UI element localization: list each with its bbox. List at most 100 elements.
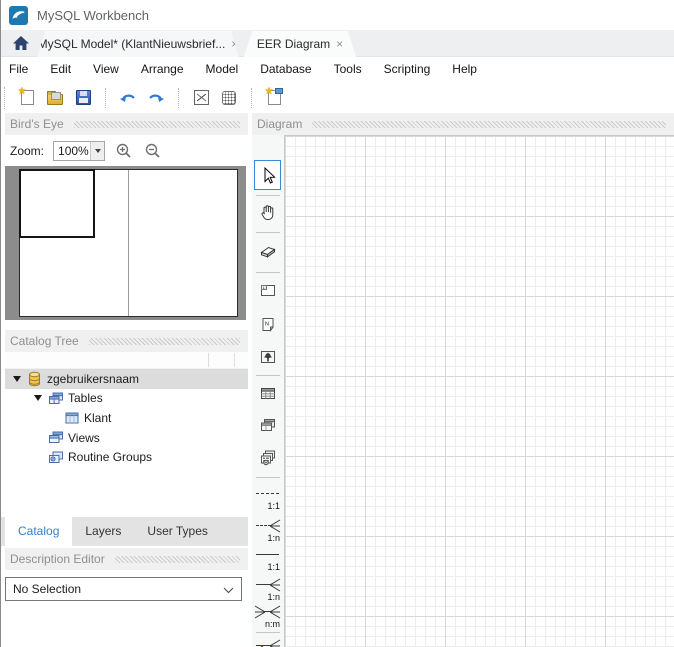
menu-file[interactable]: File (1, 57, 39, 82)
image-tool-icon (260, 351, 275, 363)
toolbar-separator (178, 87, 179, 108)
tab-mysql-model[interactable]: MySQL Model* (KlantNieuwsbrief... × (37, 31, 239, 57)
tree-item-label: Tables (68, 391, 103, 406)
palette-separator (256, 375, 280, 376)
tree-item-label: Routine Groups (68, 450, 153, 465)
tree-item-schema[interactable]: zgebruikersnaam (5, 369, 248, 389)
catalog-tree-title: Catalog Tree (10, 334, 79, 348)
tab-user-types[interactable]: User Types (134, 517, 220, 546)
menu-help[interactable]: Help (441, 57, 488, 82)
menu-tools[interactable]: Tools (323, 57, 373, 82)
header-texture (114, 555, 240, 563)
tree-item-label: Views (68, 430, 100, 445)
rel-1-n-identifying-icon: 1:n (254, 576, 281, 602)
menu-edit[interactable]: Edit (39, 57, 82, 82)
catalog-tree-header: Catalog Tree (5, 330, 248, 352)
routine-groups-icon (48, 450, 66, 465)
birds-eye-title: Bird's Eye (10, 117, 64, 131)
rel-n-m-identifying-tool-button[interactable]: n:m (254, 603, 281, 629)
expander-icon[interactable] (34, 395, 48, 402)
birds-eye-zoom-row: Zoom: 100% (5, 135, 248, 166)
menu-scripting[interactable]: Scripting (373, 57, 442, 82)
menu-model[interactable]: Model (195, 57, 250, 82)
crow-foot-icon (270, 519, 281, 533)
tab-layers[interactable]: Layers (72, 517, 134, 546)
menu-database[interactable]: Database (249, 57, 322, 82)
tab-bar: MySQL Model* (KlantNieuwsbrief... × EER … (1, 30, 674, 57)
routine-group-tool-button[interactable] (254, 443, 281, 471)
tables-icon (48, 391, 66, 406)
zoom-label: Zoom: (10, 143, 45, 158)
column-divider[interactable] (234, 353, 235, 367)
pointer-tool-button[interactable] (254, 160, 281, 190)
header-texture (88, 337, 240, 345)
birds-eye-viewport-rect[interactable] (19, 169, 95, 238)
tab-eer-diagram[interactable]: EER Diagram × (244, 31, 356, 57)
rel-1-1-non-identifying-tool-button[interactable]: 1:1 (254, 485, 281, 511)
dropdown-arrow-icon[interactable] (90, 141, 105, 160)
pencil-icon (260, 645, 264, 647)
zoom-out-button[interactable] (143, 141, 163, 161)
routine-group-tool-icon (260, 450, 275, 465)
close-icon[interactable]: × (336, 37, 343, 51)
tree-item-klant[interactable]: Klant (1, 408, 248, 428)
new-model-button[interactable]: ★ (16, 86, 38, 109)
tree-item-label: Klant (84, 410, 112, 425)
toggle-editing-button[interactable] (190, 87, 212, 109)
table-tool-button[interactable] (254, 379, 281, 407)
new-diagram-button[interactable]: ★ (263, 86, 285, 109)
tree-item-tables[interactable]: Tables (1, 389, 248, 409)
close-icon[interactable]: × (231, 37, 238, 51)
toggle-grid-button[interactable] (218, 87, 240, 109)
view-tool-icon (260, 419, 275, 431)
rel-1-1-identifying-tool-button[interactable]: 1:1 (254, 546, 281, 572)
birds-eye-view[interactable] (5, 166, 246, 320)
diagram-canvas[interactable] (284, 135, 674, 647)
eraser-tool-icon (259, 246, 276, 258)
description-selection-dropdown[interactable]: No Selection (5, 577, 242, 601)
main-toolbar: ★ ★ (1, 82, 674, 113)
tree-item-label: zgebruikersnaam (47, 371, 140, 386)
column-divider[interactable] (208, 353, 209, 367)
description-editor-title: Description Editor (10, 552, 105, 566)
title-bar: MySQL Workbench (1, 0, 674, 30)
menu-arrange[interactable]: Arrange (130, 57, 195, 82)
rel-1-n-identifying-tool-button[interactable]: 1:n (254, 576, 281, 602)
redo-button[interactable] (145, 87, 167, 109)
note-tool-button[interactable]: N (254, 310, 281, 338)
sidebar-tab-strip: Catalog Layers User Types (1, 517, 248, 546)
undo-button[interactable] (117, 87, 139, 109)
header-texture (73, 120, 240, 128)
tree-item-routine-groups[interactable]: Routine Groups (1, 447, 248, 467)
rel-1-1-identifying-icon: 1:1 (254, 546, 281, 572)
view-tool-button[interactable] (254, 411, 281, 439)
birds-eye-header: Bird's Eye (5, 113, 248, 135)
crow-foot-icon (270, 605, 281, 619)
menu-view[interactable]: View (82, 57, 130, 82)
home-tab-button[interactable] (5, 30, 37, 56)
hand-tool-button[interactable] (254, 198, 281, 226)
palette-separator (256, 195, 280, 196)
table-tool-icon (260, 387, 275, 399)
rel-1-n-existing-columns-tool-button[interactable]: 1:n (254, 637, 281, 647)
table-icon (64, 411, 82, 425)
zoom-in-button[interactable] (114, 141, 134, 161)
crow-foot-icon (254, 605, 265, 619)
zoom-in-icon (116, 143, 131, 158)
header-texture (312, 120, 666, 128)
open-model-button[interactable] (44, 87, 66, 109)
menu-bar: File Edit View Arrange Model Database To… (1, 57, 674, 82)
toolbar-separator (251, 87, 252, 108)
save-model-button[interactable] (72, 87, 94, 109)
zoom-level-select[interactable]: 100% (53, 140, 106, 161)
tree-item-views[interactable]: Views (1, 428, 248, 448)
layer-tool-button[interactable]: L (254, 276, 281, 304)
expander-icon[interactable] (13, 375, 27, 382)
grid-toggle-icon (222, 90, 236, 105)
tab-catalog[interactable]: Catalog (5, 517, 73, 546)
rel-1-n-non-identifying-tool-button[interactable]: 1:n (254, 517, 281, 543)
image-tool-button[interactable] (254, 343, 281, 371)
hand-tool-icon (261, 204, 273, 220)
eraser-tool-button[interactable] (254, 237, 281, 265)
birds-eye-page-divider (128, 170, 129, 316)
